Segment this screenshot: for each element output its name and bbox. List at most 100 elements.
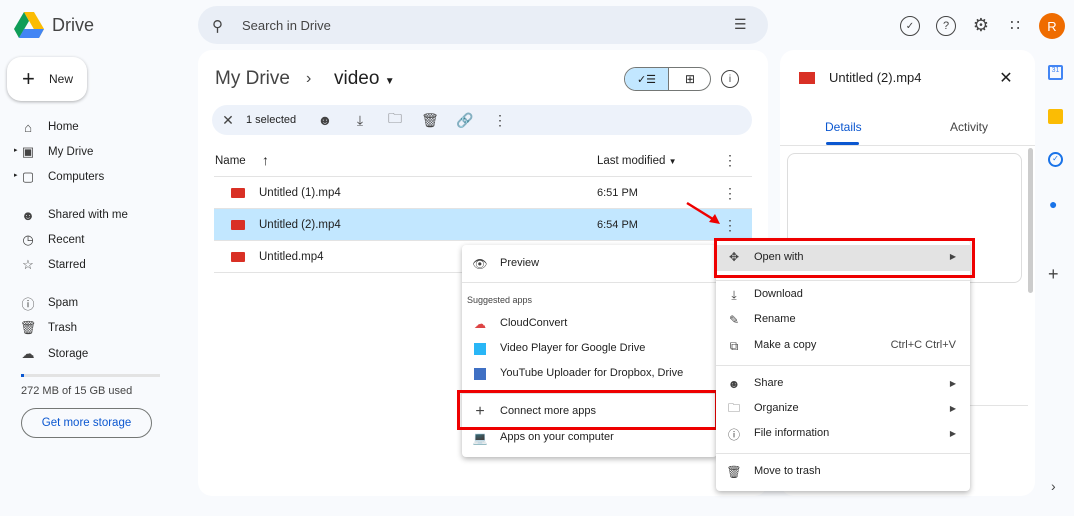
share-icon[interactable]: ☻ — [317, 112, 333, 128]
tasks-icon[interactable]: ✓ — [1048, 152, 1063, 167]
tab-details[interactable]: Details — [825, 120, 862, 134]
caret-down-icon: ▼ — [668, 157, 677, 166]
search-placeholder: Search in Drive — [242, 18, 331, 33]
menu-item-download[interactable]: ⤓ Download — [716, 283, 970, 307]
sidebar-item-my-drive[interactable]: ▸ ▣ My Drive — [0, 140, 190, 164]
video-file-icon — [799, 72, 815, 84]
video-file-icon — [231, 188, 245, 198]
expand-panel-icon[interactable]: › — [1051, 478, 1056, 494]
info-icon[interactable]: i — [721, 70, 739, 88]
more-icon[interactable]: ⋮ — [722, 185, 738, 201]
label: Last modified — [597, 155, 666, 167]
link-icon[interactable]: 🔗 — [456, 112, 473, 128]
storage-bar-fill — [21, 374, 24, 377]
label: CloudConvert — [500, 317, 568, 329]
expand-icon[interactable]: ▸ — [14, 171, 18, 179]
apps-grid-icon[interactable]: ∷ — [1004, 14, 1026, 36]
share-icon: ☻ — [727, 377, 741, 391]
sidebar-item-starred[interactable]: ☆ Starred — [0, 253, 190, 277]
menu-item-preview[interactable]: 👁 Preview — [462, 252, 717, 276]
menu-item-open-with[interactable]: ✥ Open with ▶ — [716, 245, 970, 271]
youtube-uploader-icon — [472, 366, 488, 382]
sort-arrow-up-icon[interactable]: ↑ — [262, 152, 269, 168]
info-icon: ⓘ — [727, 427, 740, 442]
computers-icon: ▢ — [21, 169, 35, 184]
file-name: Untitled (1).mp4 — [259, 187, 341, 199]
grid-view-button[interactable]: ⊞ — [668, 68, 710, 90]
trash-icon: 🗑 — [726, 465, 742, 479]
add-addon-icon[interactable]: + — [1048, 264, 1059, 285]
get-more-storage-button[interactable]: Get more storage — [21, 408, 152, 438]
menu-item-connect-more-apps[interactable]: + Connect more apps — [462, 400, 717, 424]
filter-icon[interactable]: ☰ — [734, 16, 747, 33]
more-icon[interactable]: ⋮ — [722, 152, 738, 168]
chevron-right-icon: ▶ — [949, 379, 956, 388]
plus-icon: + — [22, 66, 35, 91]
breadcrumb-current[interactable]: video ▼ — [334, 68, 395, 90]
sidebar-item-computers[interactable]: ▸ ▢ Computers — [0, 165, 190, 189]
menu-item-share[interactable]: ☻ Share ▶ — [716, 372, 970, 396]
menu-item-file-information[interactable]: ⓘ File information ▶ — [716, 422, 970, 446]
sidebar-item-recent[interactable]: ◷ Recent — [0, 228, 190, 252]
drive-logo — [14, 12, 44, 38]
more-icon[interactable]: ⋮ — [492, 112, 508, 128]
video-player-icon — [472, 341, 488, 357]
sidebar-item-shared[interactable]: ☻ Shared with me — [0, 203, 190, 227]
table-row-selected[interactable]: Untitled (2).mp4 6:54 PM ⋮ — [214, 209, 752, 241]
trash-icon[interactable]: 🗑 — [421, 112, 439, 128]
menu-item-video-player[interactable]: Video Player for Google Drive — [462, 337, 717, 361]
sidebar-item-spam[interactable]: ⓘ Spam — [0, 291, 190, 315]
move-icon[interactable]: 🗀 — [387, 110, 403, 128]
breadcrumb-root[interactable]: My Drive — [215, 68, 290, 90]
close-icon[interactable]: ✕ — [220, 112, 236, 128]
menu-item-move-to-trash[interactable]: 🗑 Move to trash — [716, 460, 970, 484]
download-icon[interactable]: ⤓ — [352, 112, 368, 128]
menu-item-apps-on-computer[interactable]: 💻 Apps on your computer — [462, 426, 717, 450]
menu-item-organize[interactable]: 🗀 Organize ▶ — [716, 397, 970, 421]
label: Organize — [754, 402, 799, 414]
list-view-button[interactable]: ✓☰ — [625, 68, 668, 90]
chevron-right-icon: ▶ — [949, 404, 956, 413]
scrollbar[interactable] — [1028, 148, 1033, 293]
annotation-arrow — [686, 201, 720, 224]
label: Storage — [48, 348, 89, 360]
chevron-right-icon: ▶ — [949, 429, 956, 438]
close-icon[interactable]: ✕ — [996, 68, 1016, 88]
keep-icon[interactable] — [1048, 109, 1063, 124]
column-header-name[interactable]: Name — [215, 155, 246, 167]
divider — [716, 453, 970, 454]
menu-item-rename[interactable]: ✎ Rename — [716, 308, 970, 332]
file-modified: 6:51 PM — [597, 187, 638, 199]
new-button[interactable]: + New — [7, 57, 87, 101]
help-icon[interactable]: ? — [936, 16, 956, 36]
expand-icon[interactable]: ▸ — [14, 146, 18, 154]
settings-icon[interactable]: ⚙ — [970, 14, 992, 36]
tab-activity[interactable]: Activity — [950, 120, 988, 134]
offline-ready-icon[interactable]: ✓ — [900, 16, 920, 36]
table-row[interactable]: Untitled (1).mp4 6:51 PM ⋮ — [214, 177, 752, 209]
more-icon[interactable]: ⋮ — [722, 217, 738, 233]
sidebar-item-storage[interactable]: ☁ Storage — [0, 342, 190, 366]
label: Share — [754, 377, 784, 389]
column-header-modified[interactable]: Last modified ▼ — [597, 155, 677, 167]
trash-icon: 🗑 — [19, 320, 37, 335]
menu-item-youtube-uploader[interactable]: YouTube Uploader for Dropbox, Drive — [462, 362, 717, 386]
app-title: Drive — [52, 15, 95, 35]
avatar[interactable]: R — [1039, 13, 1065, 39]
sidebar-item-home[interactable]: ⌂ Home — [0, 115, 190, 139]
sidebar-item-trash[interactable]: 🗑 Trash — [0, 316, 190, 340]
search-input[interactable]: ⚲ Search in Drive ☰ — [198, 6, 768, 44]
home-icon: ⌂ — [24, 119, 32, 135]
label: Shared with me — [48, 209, 128, 221]
view-toggle[interactable]: ✓☰ ⊞ — [624, 67, 711, 91]
menu-item-make-copy[interactable]: ⧉ Make a copy Ctrl+C Ctrl+V — [716, 334, 970, 358]
label: Recent — [48, 234, 85, 246]
my-drive-icon: ▣ — [21, 144, 35, 159]
eye-icon: 👁 — [472, 257, 488, 271]
pencil-icon: ✎ — [728, 313, 740, 327]
menu-item-cloudconvert[interactable]: ☁ CloudConvert — [462, 312, 717, 336]
file-name: Untitled (2).mp4 — [259, 219, 341, 231]
file-name: Untitled.mp4 — [259, 251, 324, 263]
calendar-icon[interactable]: 31 — [1048, 65, 1063, 80]
contacts-icon[interactable]: ● — [1049, 196, 1057, 212]
